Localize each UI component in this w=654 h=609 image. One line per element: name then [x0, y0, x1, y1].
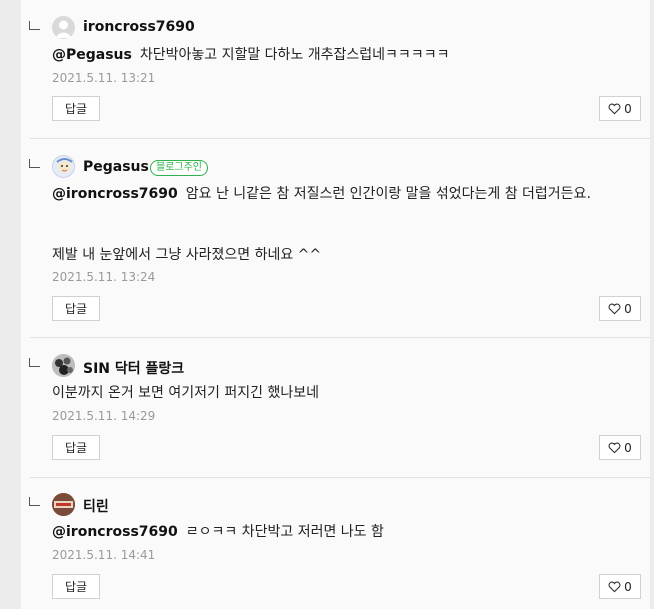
- pegasus-avatar[interactable]: [52, 155, 75, 178]
- sin-avatar[interactable]: [52, 354, 75, 377]
- comment-author[interactable]: 티린: [83, 496, 109, 516]
- like-count: 0: [624, 440, 632, 455]
- comment-item: SIN 닥터 플랑크 이분까지 온거 보면 여기저기 퍼지긴 했나보네 2021…: [21, 338, 650, 477]
- reply-arrow-icon: [29, 358, 40, 367]
- comment-text: 차단박아놓고 지할말 다하노 개추잡스럽네ㅋㅋㅋㅋㅋ: [139, 47, 450, 63]
- comment-author[interactable]: SIN 닥터 플랑크: [83, 358, 184, 378]
- heart-icon: [608, 442, 621, 453]
- comment-body: @Pegasus 차단박아놓고 지할말 다하노 개추잡스럽네ㅋㅋㅋㅋㅋ: [52, 45, 627, 65]
- comment-text: 암요 난 니같은 참 저질스런 인간이랑 말을 섞었다는게 참 더럽거든요.: [185, 186, 591, 202]
- comment-date: 2021.5.11. 14:29: [52, 409, 156, 423]
- reply-button[interactable]: 답글: [52, 435, 100, 460]
- mention-link[interactable]: @ironcross7690: [52, 186, 178, 202]
- heart-icon: [608, 103, 621, 114]
- blog-owner-badge: 블로그주인: [150, 160, 208, 176]
- default-profile-icon[interactable]: [52, 16, 75, 39]
- reply-button[interactable]: 답글: [52, 96, 100, 121]
- tirin-avatar[interactable]: [52, 493, 75, 516]
- like-button[interactable]: 0: [599, 296, 641, 321]
- like-count: 0: [624, 579, 632, 594]
- heart-icon: [608, 303, 621, 314]
- comment-author[interactable]: ironcross7690: [83, 19, 195, 35]
- comment-item: 티린 @ironcross7690 ㄹㅇㅋㅋ 차단박고 저러면 나도 함 2021…: [21, 478, 650, 609]
- comment-date: 2021.5.11. 13:24: [52, 270, 156, 284]
- like-button[interactable]: 0: [599, 435, 641, 460]
- reply-button-label: 답글: [64, 302, 88, 316]
- comment-body: @ironcross7690 암요 난 니같은 참 저질스런 인간이랑 말을 섞었…: [52, 184, 627, 204]
- reply-arrow-icon: [29, 159, 40, 168]
- reply-arrow-icon: [29, 21, 40, 30]
- like-button[interactable]: 0: [599, 574, 641, 599]
- comment-item: Pegasus 블로그주인 @ironcross7690 암요 난 니같은 참 저…: [21, 139, 650, 337]
- comment-author[interactable]: Pegasus: [83, 159, 149, 175]
- reply-button-label: 답글: [64, 441, 88, 455]
- reply-arrow-icon: [29, 497, 40, 506]
- comment-text: ㄹㅇㅋㅋ 차단박고 저러면 나도 함: [185, 524, 384, 540]
- comment-body: @ironcross7690 ㄹㅇㅋㅋ 차단박고 저러면 나도 함: [52, 522, 627, 542]
- comment-date: 2021.5.11. 14:41: [52, 548, 156, 562]
- like-count: 0: [624, 101, 632, 116]
- reply-button[interactable]: 답글: [52, 574, 100, 599]
- comment-date: 2021.5.11. 13:21: [52, 71, 156, 85]
- reply-button-label: 답글: [64, 580, 88, 594]
- comment-text-second-line: 제발 내 눈앞에서 그냥 사라졌으면 하네요 ^^: [52, 247, 322, 263]
- mention-link[interactable]: @Pegasus: [52, 47, 132, 63]
- like-count: 0: [624, 301, 632, 316]
- reply-button-label: 답글: [64, 102, 88, 116]
- reply-button[interactable]: 답글: [52, 296, 100, 321]
- heart-icon: [608, 581, 621, 592]
- like-button[interactable]: 0: [599, 96, 641, 121]
- comment-list: ironcross7690 @Pegasus 차단박아놓고 지할말 다하노 개추잡…: [21, 0, 650, 609]
- comment-text: 이분까지 온거 보면 여기저기 퍼지긴 했나보네: [52, 385, 319, 401]
- mention-link[interactable]: @ironcross7690: [52, 524, 178, 540]
- comment-item: ironcross7690 @Pegasus 차단박아놓고 지할말 다하노 개추잡…: [21, 0, 650, 138]
